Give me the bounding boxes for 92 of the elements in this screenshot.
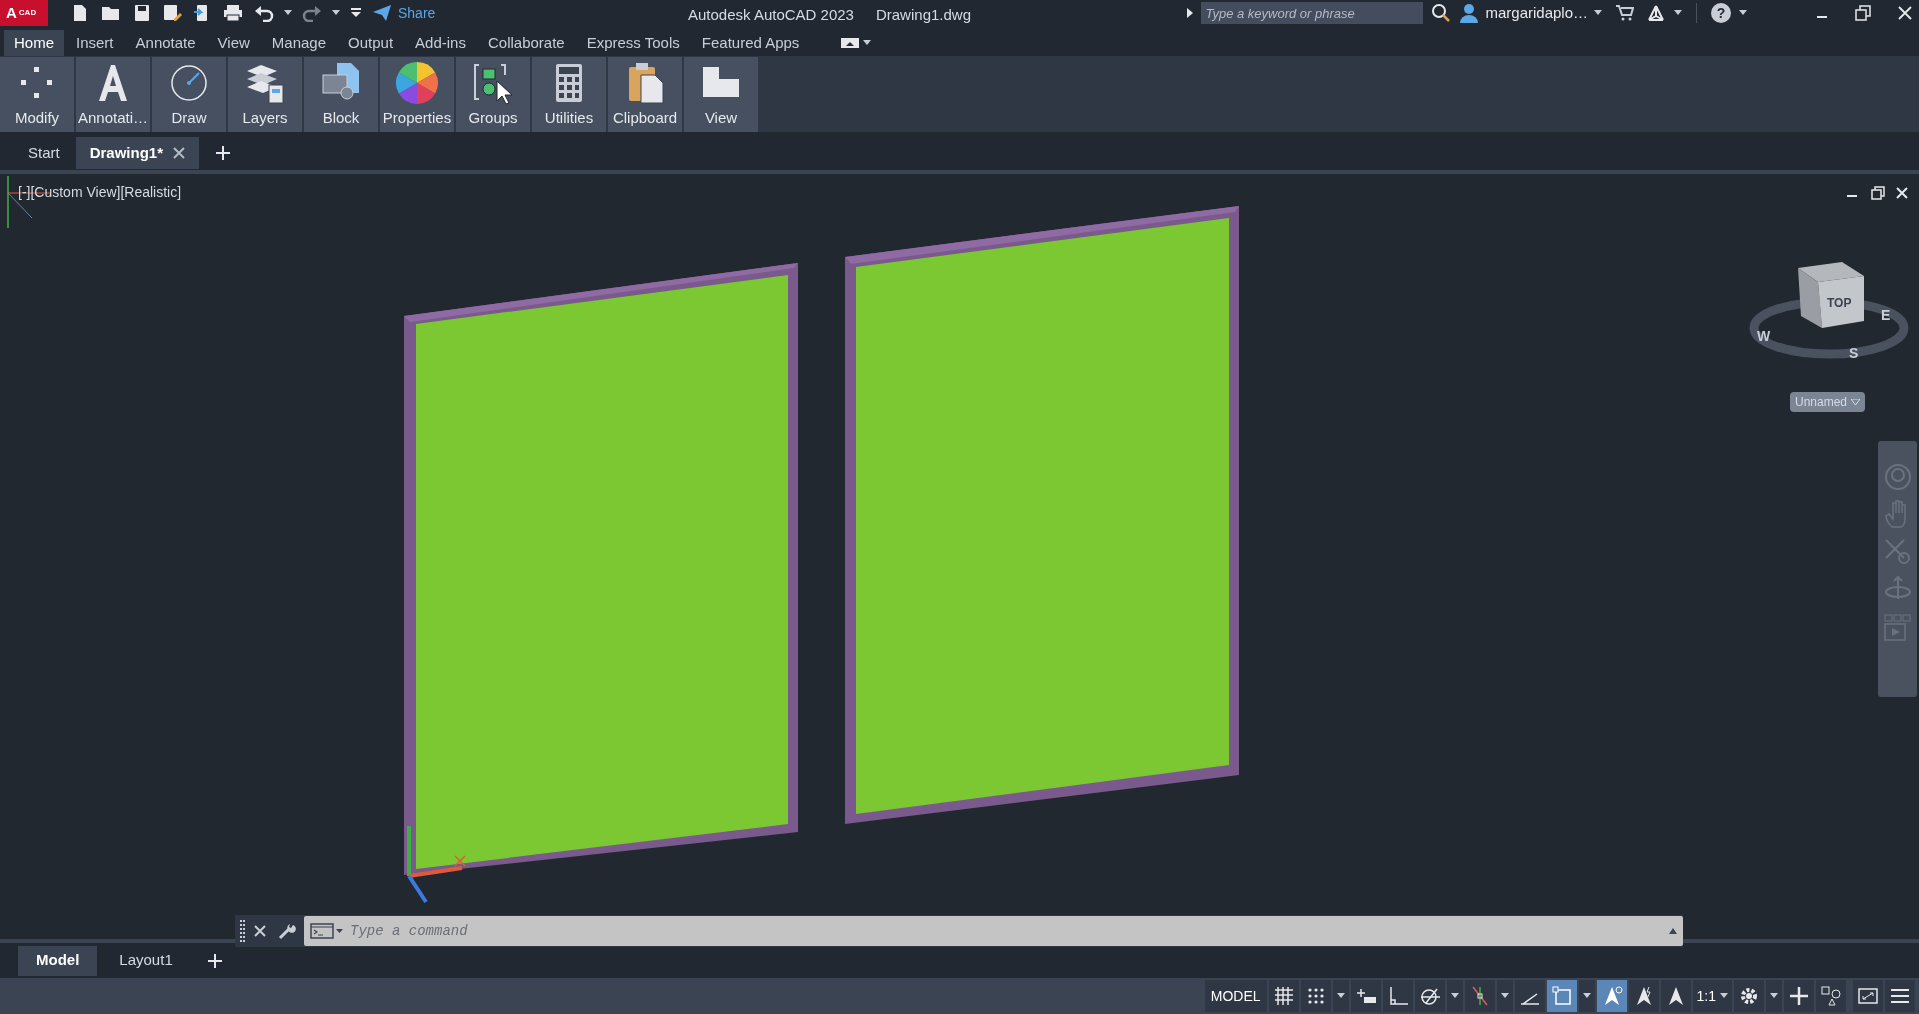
file-name: Drawing1.dwg (875, 5, 971, 25)
ribbon-tab[interactable]: Add-ins (405, 30, 476, 56)
caret-icon[interactable] (1446, 980, 1463, 1012)
caret-icon[interactable] (332, 10, 340, 16)
selection-box-icon[interactable] (1546, 980, 1577, 1012)
ribbon-panel-button[interactable]: Block (304, 57, 378, 132)
menu-icon[interactable] (1885, 980, 1915, 1012)
infer-constraints-icon[interactable] (1350, 980, 1381, 1012)
save-icon[interactable] (132, 3, 152, 23)
groups-icon (471, 61, 515, 105)
caret-icon (863, 40, 872, 46)
shapes-icon[interactable] (1816, 980, 1846, 1012)
caret-icon (1851, 399, 1861, 405)
ribbon-panel-button[interactable]: Utilities (532, 57, 606, 132)
file-tab[interactable]: Drawing1* (75, 137, 200, 169)
ribbon-panel-button[interactable]: View (684, 57, 758, 132)
user-icon (1459, 3, 1480, 23)
caret-icon[interactable] (1739, 10, 1747, 16)
restore-icon[interactable] (1855, 5, 1871, 21)
window-title: Autodesk AutoCAD 2023 (688, 5, 854, 25)
ribbon-tab[interactable]: Insert (66, 30, 124, 56)
annotation-visibility-icon[interactable] (1596, 980, 1627, 1012)
annotation-scale-dropdown[interactable]: 1:1 (1692, 980, 1732, 1012)
caret-icon[interactable] (1674, 10, 1682, 16)
ribbon-tab[interactable]: Express Tools (576, 30, 690, 56)
ucs-axis-icon (407, 826, 466, 904)
paper-plane-icon (372, 4, 392, 22)
redo-icon[interactable] (302, 4, 322, 22)
customize-caret-icon[interactable] (350, 8, 362, 18)
polar-tracking-icon[interactable] (1414, 980, 1445, 1012)
search-icon[interactable] (1431, 3, 1452, 23)
layout-tab[interactable]: Model (18, 945, 98, 976)
close-icon[interactable] (254, 925, 266, 937)
angle-icon[interactable] (1514, 980, 1545, 1012)
fullscreen-icon[interactable] (1853, 980, 1883, 1012)
ribbon-panel-button[interactable]: Draw (152, 57, 226, 132)
ribbon-tab[interactable]: Home (4, 30, 64, 56)
restore-icon[interactable] (1871, 186, 1885, 200)
search-field[interactable]: Type a keyword or phrase (1201, 2, 1424, 24)
model-space-button[interactable]: MODEL (1204, 980, 1267, 1012)
right-angle-icon[interactable] (1382, 980, 1413, 1012)
ribbon-tab[interactable]: Collaborate (477, 30, 575, 56)
caret-icon[interactable] (284, 10, 292, 16)
undo-icon[interactable] (254, 4, 274, 22)
ribbon-tab[interactable]: Featured Apps (691, 30, 810, 56)
viewcube-face-label[interactable]: TOP (1827, 294, 1852, 312)
layout-tab[interactable]: Layout1 (101, 945, 191, 976)
compass-label[interactable]: W (1757, 326, 1771, 347)
grip-icon[interactable] (240, 920, 246, 942)
viewport-controls-label[interactable]: [-][Custom View][Realistic] (18, 182, 182, 203)
caret-icon[interactable] (1496, 980, 1513, 1012)
dot-grid-icon[interactable] (1300, 980, 1331, 1012)
caret-icon (1720, 993, 1728, 999)
close-icon[interactable] (173, 147, 186, 159)
ribbon-panel-button[interactable]: Properties (380, 57, 454, 132)
plus-icon[interactable] (1784, 980, 1814, 1012)
panel-toggle-icon (841, 38, 860, 48)
caret-icon[interactable] (1766, 980, 1782, 1012)
expand-arrow-icon[interactable] (1187, 8, 1194, 18)
ribbon-panel-button[interactable]: Groups (456, 57, 530, 132)
annotation-scale-icon[interactable] (1660, 980, 1691, 1012)
grid-icon[interactable] (1268, 980, 1299, 1012)
new-layout-icon[interactable] (206, 952, 223, 969)
ribbon-panel-button[interactable]: Layers (228, 57, 302, 132)
ribbon-panel-button[interactable]: Annotati… (76, 57, 150, 132)
printer-icon[interactable] (222, 3, 244, 23)
command-history-icon[interactable] (310, 923, 344, 939)
settings-icon[interactable] (1734, 980, 1764, 1012)
crosshair-tracking-icon[interactable] (1464, 980, 1495, 1012)
caret-icon[interactable] (1578, 980, 1595, 1012)
triangle-network-icon[interactable] (1646, 4, 1666, 22)
wrench-icon[interactable] (278, 922, 296, 940)
compass-label[interactable]: E (1881, 305, 1891, 326)
ribbon-tab[interactable]: Manage (261, 30, 337, 56)
ribbon-tab[interactable]: View (207, 30, 260, 56)
ribbon-tab[interactable]: Annotate (125, 30, 206, 56)
ribbon-panel-button[interactable]: Clipboard (608, 57, 682, 132)
help-button[interactable]: ? (1711, 3, 1731, 23)
expand-arrow-icon[interactable] (1669, 928, 1677, 934)
new-tab-icon[interactable] (215, 145, 232, 161)
properties-icon (395, 61, 439, 105)
file-tab[interactable]: Start (14, 137, 74, 169)
ribbon-panel-button[interactable]: Modify (0, 57, 74, 132)
save-as-icon[interactable] (162, 3, 182, 23)
compass-label[interactable]: S (1849, 343, 1859, 364)
user-menu-button[interactable]: margaridaplo… (1459, 1, 1602, 25)
ribbon-tab[interactable]: Output (338, 30, 404, 56)
caret-icon[interactable] (1332, 980, 1349, 1012)
caret-icon (1594, 10, 1602, 16)
annotation-autoscale-icon[interactable] (1628, 980, 1659, 1012)
share-button[interactable]: Share (372, 2, 436, 24)
cart-icon[interactable] (1616, 5, 1634, 21)
